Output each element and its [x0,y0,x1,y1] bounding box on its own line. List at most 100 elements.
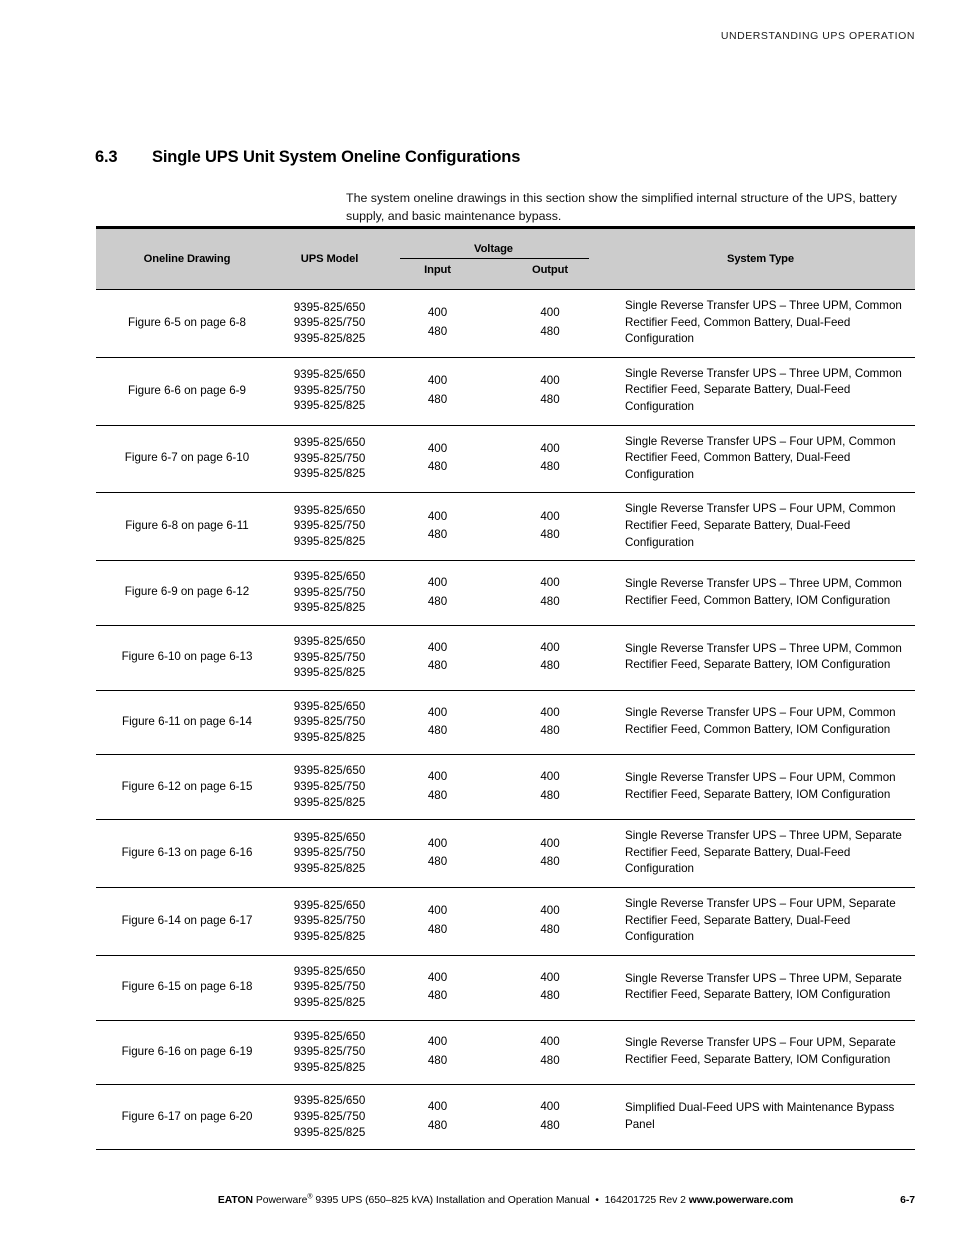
cell-oneline-drawing: Figure 6-6 on page 6-9 [96,357,278,426]
footer-description: 9395 UPS (650–825 kVA) Installation and … [312,1195,590,1206]
cell-input-voltage: 400 480 [381,690,494,756]
cell-ups-model: 9395-825/650 9395-825/750 9395-825/825 [278,357,381,426]
document-page: UNDERSTANDING UPS OPERATION 6.3 Single U… [0,0,954,1235]
cell-system-type: Single Reverse Transfer UPS – Three UPM,… [606,819,915,889]
cell-system-type: Single Reverse Transfer UPS – Four UPM, … [606,492,915,562]
cell-oneline-drawing: Figure 6-9 on page 6-12 [96,560,278,626]
column-header-system-type: System Type [606,229,915,289]
cell-input-voltage: 400 480 [381,357,494,426]
page-title: Single UPS Unit System Oneline Configura… [152,148,521,166]
footer-doc-number: 164201725 Rev 2 [604,1195,686,1206]
section-heading: 6.3 Single UPS Unit System Oneline Confi… [95,148,915,167]
cell-output-voltage: 400 480 [494,1084,606,1151]
table-row: Figure 6-14 on page 6-17 9395-825/650 939… [96,887,915,956]
table-row: Figure 6-10 on page 6-13 9395-825/650 939… [96,625,915,691]
cell-output-voltage: 400 480 [494,754,606,821]
cell-oneline-drawing: Figure 6-15 on page 6-18 [96,955,278,1021]
table-header-band: Oneline Drawing UPS Model Voltage Input [96,226,915,290]
cell-oneline-drawing: Figure 6-10 on page 6-13 [96,625,278,691]
cell-ups-model: 9395-825/650 9395-825/750 9395-825/825 [278,560,381,626]
cell-oneline-drawing: Figure 6-5 on page 6-8 [96,290,278,358]
cell-ups-model: 9395-825/650 9395-825/750 9395-825/825 [278,290,381,358]
cell-ups-model: 9395-825/650 9395-825/750 9395-825/825 [278,425,381,494]
cell-system-type: Single Reverse Transfer UPS – Three UPM,… [606,560,915,626]
cell-system-type: Single Reverse Transfer UPS – Four UPM, … [606,690,915,756]
cell-input-voltage: 400 480 [381,819,494,889]
footer-citation: EATON Powerware® 9395 UPS (650–825 kVA) … [217,1194,793,1206]
cell-input-voltage: 400 480 [381,560,494,626]
cell-system-type: Single Reverse Transfer UPS – Three UPM,… [606,625,915,691]
column-header-input: Input [424,263,451,276]
cell-input-voltage: 400 480 [381,290,494,358]
cell-input-voltage: 400 480 [381,1084,494,1151]
table-row: Figure 6-16 on page 6-19 9395-825/650 939… [96,1020,915,1086]
cell-output-voltage: 400 480 [494,290,606,358]
footer-website-link[interactable]: www.powerware.com [689,1195,793,1206]
table-row: Figure 6-9 on page 6-12 9395-825/650 9395… [96,560,915,626]
table-row: Figure 6-11 on page 6-14 9395-825/650 939… [96,690,915,756]
cell-oneline-drawing: Figure 6-13 on page 6-16 [96,819,278,889]
cell-ups-model: 9395-825/650 9395-825/750 9395-825/825 [278,690,381,756]
column-header-output: Output [531,263,569,276]
cell-input-voltage: 400 480 [381,754,494,821]
cell-ups-model: 9395-825/650 9395-825/750 9395-825/825 [278,819,381,889]
cell-output-voltage: 400 480 [494,690,606,756]
cell-ups-model: 9395-825/650 9395-825/750 9395-825/825 [278,1084,381,1151]
cell-oneline-drawing: Figure 6-14 on page 6-17 [96,887,278,956]
cell-oneline-drawing: Figure 6-17 on page 6-20 [96,1084,278,1151]
running-header: UNDERSTANDING UPS OPERATION [720,30,915,42]
cell-oneline-drawing: Figure 6-16 on page 6-19 [96,1020,278,1086]
cell-ups-model: 9395-825/650 9395-825/750 9395-825/825 [278,887,381,956]
cell-input-voltage: 400 480 [381,425,494,494]
footer-brand: EATON [217,1195,254,1206]
table-row: Figure 6-7 on page 6-10 9395-825/650 9395… [96,425,915,494]
column-header-voltage-group: Voltage Input Output [381,229,606,289]
cell-output-voltage: 400 480 [494,625,606,691]
cell-input-voltage: 400 480 [381,625,494,691]
table-row: Figure 6-8 on page 6-11 9395-825/650 9395… [96,492,915,562]
cell-oneline-drawing: Figure 6-7 on page 6-10 [96,425,278,494]
cell-output-voltage: 400 480 [494,425,606,494]
cell-output-voltage: 400 480 [494,955,606,1021]
table-row: Figure 6-6 on page 6-9 9395-825/650 9395-… [96,357,915,426]
column-header-ups-model: UPS Model [278,229,381,289]
cell-ups-model: 9395-825/650 9395-825/750 9395-825/825 [278,492,381,562]
table-header: Oneline Drawing UPS Model Voltage Input [96,226,915,290]
cell-input-voltage: 400 480 [381,955,494,1021]
footer-page-number: 6-7 [900,1195,915,1206]
cell-output-voltage: 400 480 [494,819,606,889]
cell-system-type: Single Reverse Transfer UPS – Four UPM, … [606,425,915,494]
cell-oneline-drawing: Figure 6-12 on page 6-15 [96,754,278,821]
column-header-voltage: Voltage [474,242,513,255]
table-row: Figure 6-15 on page 6-18 9395-825/650 939… [96,955,915,1021]
cell-ups-model: 9395-825/650 9395-825/750 9395-825/825 [278,955,381,1021]
cell-system-type: Single Reverse Transfer UPS – Four UPM, … [606,754,915,821]
table-body: Figure 6-5 on page 6-8 9395-825/650 9395-… [96,290,915,1151]
section-intro-paragraph: The system oneline drawings in this sect… [346,191,897,223]
cell-system-type: Simplified Dual-Feed UPS with Maintenanc… [606,1084,915,1151]
cell-system-type: Single Reverse Transfer UPS – Three UPM,… [606,290,915,358]
cell-input-voltage: 400 480 [381,1020,494,1086]
cell-output-voltage: 400 480 [494,357,606,426]
cell-output-voltage: 400 480 [494,560,606,626]
cell-output-voltage: 400 480 [494,1020,606,1086]
cell-ups-model: 9395-825/650 9395-825/750 9395-825/825 [278,625,381,691]
cell-output-voltage: 400 480 [494,492,606,562]
cell-system-type: Single Reverse Transfer UPS – Four UPM, … [606,887,915,956]
cell-oneline-drawing: Figure 6-11 on page 6-14 [96,690,278,756]
page-footer: EATON Powerware® 9395 UPS (650–825 kVA) … [96,1194,915,1206]
table-row: Figure 6-13 on page 6-16 9395-825/650 939… [96,819,915,889]
cell-ups-model: 9395-825/650 9395-825/750 9395-825/825 [278,1020,381,1086]
table-row: Figure 6-17 on page 6-20 9395-825/650 939… [96,1084,915,1151]
cell-output-voltage: 400 480 [494,887,606,956]
cell-system-type: Single Reverse Transfer UPS – Four UPM, … [606,1020,915,1086]
configurations-table: Oneline Drawing UPS Model Voltage Input [96,226,915,1151]
table-row: Figure 6-5 on page 6-8 9395-825/650 9395-… [96,290,915,358]
configurations-table-container: Oneline Drawing UPS Model Voltage Input [96,226,915,1151]
column-header-oneline-drawing: Oneline Drawing [96,229,278,289]
cell-input-voltage: 400 480 [381,887,494,956]
footer-product: Powerware [255,1195,308,1206]
cell-system-type: Single Reverse Transfer UPS – Three UPM,… [606,955,915,1021]
table-row: Figure 6-12 on page 6-15 9395-825/650 939… [96,754,915,821]
cell-system-type: Single Reverse Transfer UPS – Three UPM,… [606,357,915,426]
